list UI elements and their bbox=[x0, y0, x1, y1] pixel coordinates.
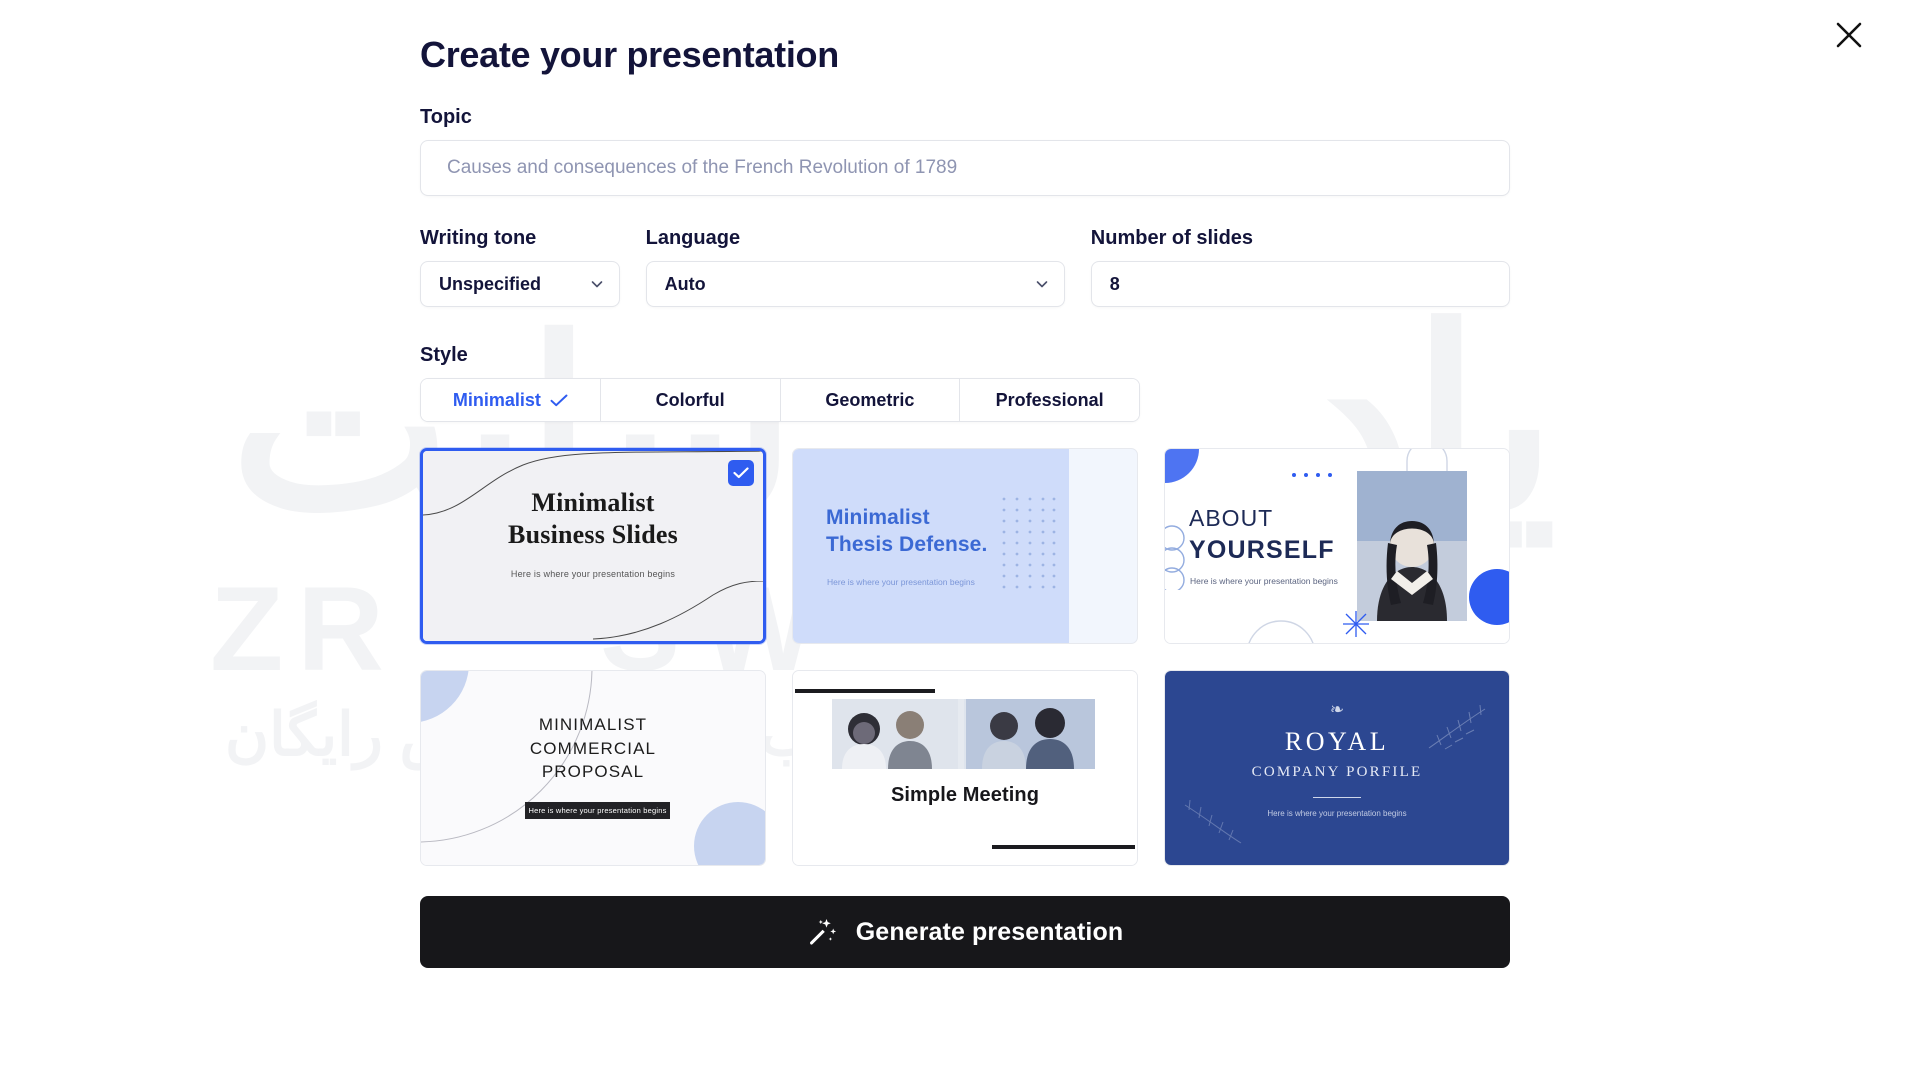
watermark-text-lat-1: ZR bbox=[210, 562, 398, 696]
template-subtitle: Here is where your presentation begins bbox=[528, 806, 667, 816]
template-preview: ❧ ROYAL COMPANY PORFILE Here is where yo… bbox=[1165, 671, 1509, 866]
template-subtitle: Here is where your presentation begins bbox=[510, 569, 676, 580]
writing-tone-label: Writing tone bbox=[420, 227, 537, 250]
template-card-minimalist-thesis-defense[interactable]: Minimalist Thesis Defense. Here is where… bbox=[792, 448, 1138, 645]
template-title-line1: Minimalist bbox=[531, 488, 655, 518]
template-photo bbox=[832, 699, 1095, 770]
decorative-shape-icon bbox=[1165, 449, 1199, 484]
chevron-down-icon bbox=[1036, 281, 1048, 288]
generate-presentation-label: Generate presentation bbox=[855, 917, 1124, 946]
app-root: سایت یاد ZR SW آموزش رایگان طراحی وب Cre… bbox=[0, 0, 1920, 1080]
person-photo-icon bbox=[1357, 471, 1467, 622]
template-card-royal-company-porfile[interactable]: ❧ ROYAL COMPANY PORFILE Here is where yo… bbox=[1164, 670, 1510, 867]
number-of-slides-label: Number of slides bbox=[1090, 227, 1254, 250]
tab-geometric-label: Geometric bbox=[825, 389, 915, 410]
topic-input[interactable] bbox=[420, 140, 1510, 197]
template-title-line2: Thesis Defense. bbox=[826, 532, 988, 556]
template-card-minimalist-commercial-proposal[interactable]: MINIMALIST COMMERCIAL PROPOSAL Here is w… bbox=[420, 670, 766, 867]
check-icon bbox=[550, 394, 568, 407]
decorative-circle-icon bbox=[694, 802, 765, 866]
page-title: Create your presentation bbox=[420, 34, 839, 75]
writing-tone-select[interactable]: Unspecified bbox=[420, 261, 620, 308]
dots-row-icon bbox=[1292, 473, 1332, 478]
leaf-ornament-icon: ❧ bbox=[1329, 700, 1345, 720]
tab-professional-label: Professional bbox=[995, 389, 1104, 410]
generate-presentation-button[interactable]: Generate presentation bbox=[420, 896, 1510, 969]
tab-colorful[interactable]: Colorful bbox=[600, 379, 781, 422]
tab-geometric[interactable]: Geometric bbox=[780, 379, 961, 422]
template-card-simple-meeting[interactable]: Simple Meeting bbox=[792, 670, 1138, 867]
template-title-line1: MINIMALIST bbox=[538, 715, 648, 735]
tab-colorful-label: Colorful bbox=[655, 389, 725, 410]
number-of-slides-group: Number of slides 8 bbox=[1090, 226, 1510, 308]
template-title: MINIMALIST COMMERCIAL PROPOSAL bbox=[421, 713, 765, 783]
divider bbox=[1313, 797, 1361, 799]
decorative-bar-bottom bbox=[992, 845, 1135, 850]
template-preview: Minimalist Thesis Defense. Here is where… bbox=[793, 449, 1137, 644]
check-icon bbox=[733, 467, 749, 479]
language-select[interactable]: Auto bbox=[645, 261, 1065, 308]
template-title-line3: PROPOSAL bbox=[541, 762, 645, 782]
template-preview: Simple Meeting bbox=[793, 671, 1137, 866]
create-presentation-panel: Create your presentation Topic Writing t… bbox=[420, 34, 1510, 969]
writing-tone-value: Unspecified bbox=[439, 274, 542, 295]
number-of-slides-value: 8 bbox=[1109, 274, 1120, 295]
close-icon bbox=[1836, 22, 1862, 48]
options-row: Writing tone Unspecified Language Auto N… bbox=[420, 226, 1510, 308]
writing-tone-group: Writing tone Unspecified bbox=[420, 226, 620, 308]
language-group: Language Auto bbox=[645, 226, 1065, 308]
template-subtitle: Here is where your presentation begins bbox=[1190, 576, 1338, 587]
template-subtitle: Here is where your presentation begins bbox=[827, 577, 975, 588]
template-grid: Minimalist Business Slides Here is where… bbox=[420, 448, 1510, 867]
language-label: Language bbox=[645, 227, 741, 250]
decorative-curve-icon bbox=[593, 581, 763, 640]
decorative-arc-icon bbox=[1248, 620, 1314, 644]
template-subtitle-bar: Here is where your presentation begins bbox=[525, 802, 670, 820]
style-section: Style Minimalist Colorful Geometric Prof… bbox=[420, 343, 1510, 867]
style-tabs: Minimalist Colorful Geometric Profession… bbox=[420, 378, 1140, 423]
template-card-minimalist-business-slides[interactable]: Minimalist Business Slides Here is where… bbox=[420, 448, 766, 645]
topic-label: Topic bbox=[420, 106, 472, 129]
decorative-panel bbox=[1069, 449, 1137, 644]
template-title-line2: YOURSELF bbox=[1189, 536, 1335, 565]
template-title-line2: Business Slides bbox=[508, 520, 678, 550]
meeting-photo-icon bbox=[832, 699, 1095, 770]
template-photo bbox=[1357, 471, 1467, 622]
template-title-line2: COMPANY PORFILE bbox=[1251, 764, 1423, 781]
decorative-bar-top bbox=[795, 689, 935, 694]
tab-minimalist-label: Minimalist bbox=[452, 389, 541, 410]
number-of-slides-input[interactable]: 8 bbox=[1090, 261, 1510, 308]
template-title-line1: ROYAL bbox=[1284, 727, 1390, 757]
dot-grid-icon bbox=[1002, 497, 1056, 589]
template-selected-badge bbox=[728, 460, 754, 487]
template-subtitle: Here is where your presentation begins bbox=[1267, 809, 1407, 819]
template-title-line1: Minimalist bbox=[826, 506, 930, 530]
language-value: Auto bbox=[664, 274, 706, 295]
chevron-down-icon bbox=[591, 281, 602, 288]
style-label: Style bbox=[420, 344, 468, 367]
decorative-circle-icon bbox=[1469, 569, 1509, 626]
template-preview: MINIMALIST COMMERCIAL PROPOSAL Here is w… bbox=[421, 671, 765, 866]
tab-minimalist[interactable]: Minimalist bbox=[421, 379, 601, 422]
template-title: Minimalist Thesis Defense. bbox=[826, 505, 987, 558]
template-title-line1: ABOUT bbox=[1189, 505, 1274, 532]
decorative-foliage-icon bbox=[1184, 800, 1242, 844]
template-preview: Minimalist Business Slides Here is where… bbox=[423, 451, 763, 642]
template-card-about-yourself[interactable]: ABOUT YOURSELF Here is where your presen… bbox=[1164, 448, 1510, 645]
template-title-line2: COMMERCIAL bbox=[529, 738, 657, 758]
decorative-rings-icon bbox=[1165, 525, 1185, 591]
close-dialog-button[interactable] bbox=[1826, 12, 1872, 58]
template-title: Minimalist Business Slides bbox=[423, 487, 763, 550]
magic-wand-icon bbox=[809, 919, 836, 945]
tab-professional[interactable]: Professional bbox=[960, 379, 1139, 422]
sparkle-icon bbox=[1343, 611, 1369, 638]
template-preview: ABOUT YOURSELF Here is where your presen… bbox=[1165, 449, 1509, 644]
template-title-line1: Simple Meeting bbox=[890, 784, 1040, 807]
